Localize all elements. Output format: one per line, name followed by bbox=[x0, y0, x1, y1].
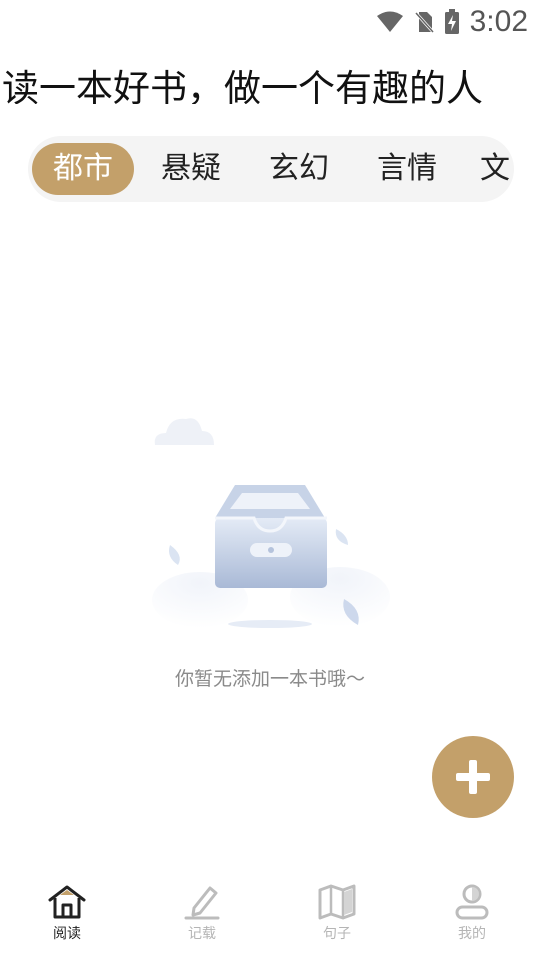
empty-state-text: 你暂无添加一本书哦～ bbox=[174, 668, 365, 690]
tab-xuanhuan[interactable]: 玄幻 bbox=[264, 143, 334, 195]
user-icon bbox=[455, 884, 489, 920]
status-bar: 3:02 bbox=[0, 0, 540, 46]
book-open-icon bbox=[318, 884, 356, 920]
category-tabs[interactable]: 都市 悬疑 玄幻 言情 文 bbox=[28, 136, 514, 202]
nav-item-sentences[interactable]: 句子 bbox=[297, 884, 377, 950]
nav-label-profile: 我的 bbox=[458, 926, 486, 942]
empty-box-icon bbox=[152, 418, 390, 628]
tab-dushi[interactable]: 都市 bbox=[32, 143, 134, 195]
tab-yanqing[interactable]: 言情 bbox=[372, 143, 442, 195]
tab-xuanyi[interactable]: 悬疑 bbox=[156, 143, 226, 195]
status-icons: 3:02 bbox=[376, 4, 528, 40]
add-book-button[interactable] bbox=[432, 736, 514, 818]
plus-icon bbox=[456, 760, 490, 794]
nav-item-notes[interactable]: 记载 bbox=[162, 884, 242, 950]
tab-wen[interactable]: 文 bbox=[480, 143, 514, 195]
app-screen: 3:02 读一本好书，做一个有趣的人 都市 悬疑 玄幻 言情 文 你暂无添加一本… bbox=[0, 0, 540, 960]
slogan-banner: 读一本好书，做一个有趣的人 bbox=[0, 62, 540, 104]
nav-item-profile[interactable]: 我的 bbox=[432, 884, 512, 950]
nav-label-notes: 记载 bbox=[188, 926, 216, 942]
status-time: 3:02 bbox=[469, 5, 528, 38]
bottom-nav: 阅读 记载 句子 我的 bbox=[0, 870, 540, 960]
nav-label-read: 阅读 bbox=[53, 926, 81, 942]
slogan-text: 读一本好书，做一个有趣的人 bbox=[2, 67, 483, 104]
no-sim-icon bbox=[414, 11, 434, 34]
home-icon bbox=[48, 885, 86, 919]
nav-item-read[interactable]: 阅读 bbox=[27, 884, 107, 950]
wifi-icon bbox=[376, 11, 403, 32]
nav-label-sentences: 句子 bbox=[323, 926, 351, 942]
pen-icon bbox=[184, 886, 220, 920]
battery-charging-icon bbox=[444, 9, 459, 34]
